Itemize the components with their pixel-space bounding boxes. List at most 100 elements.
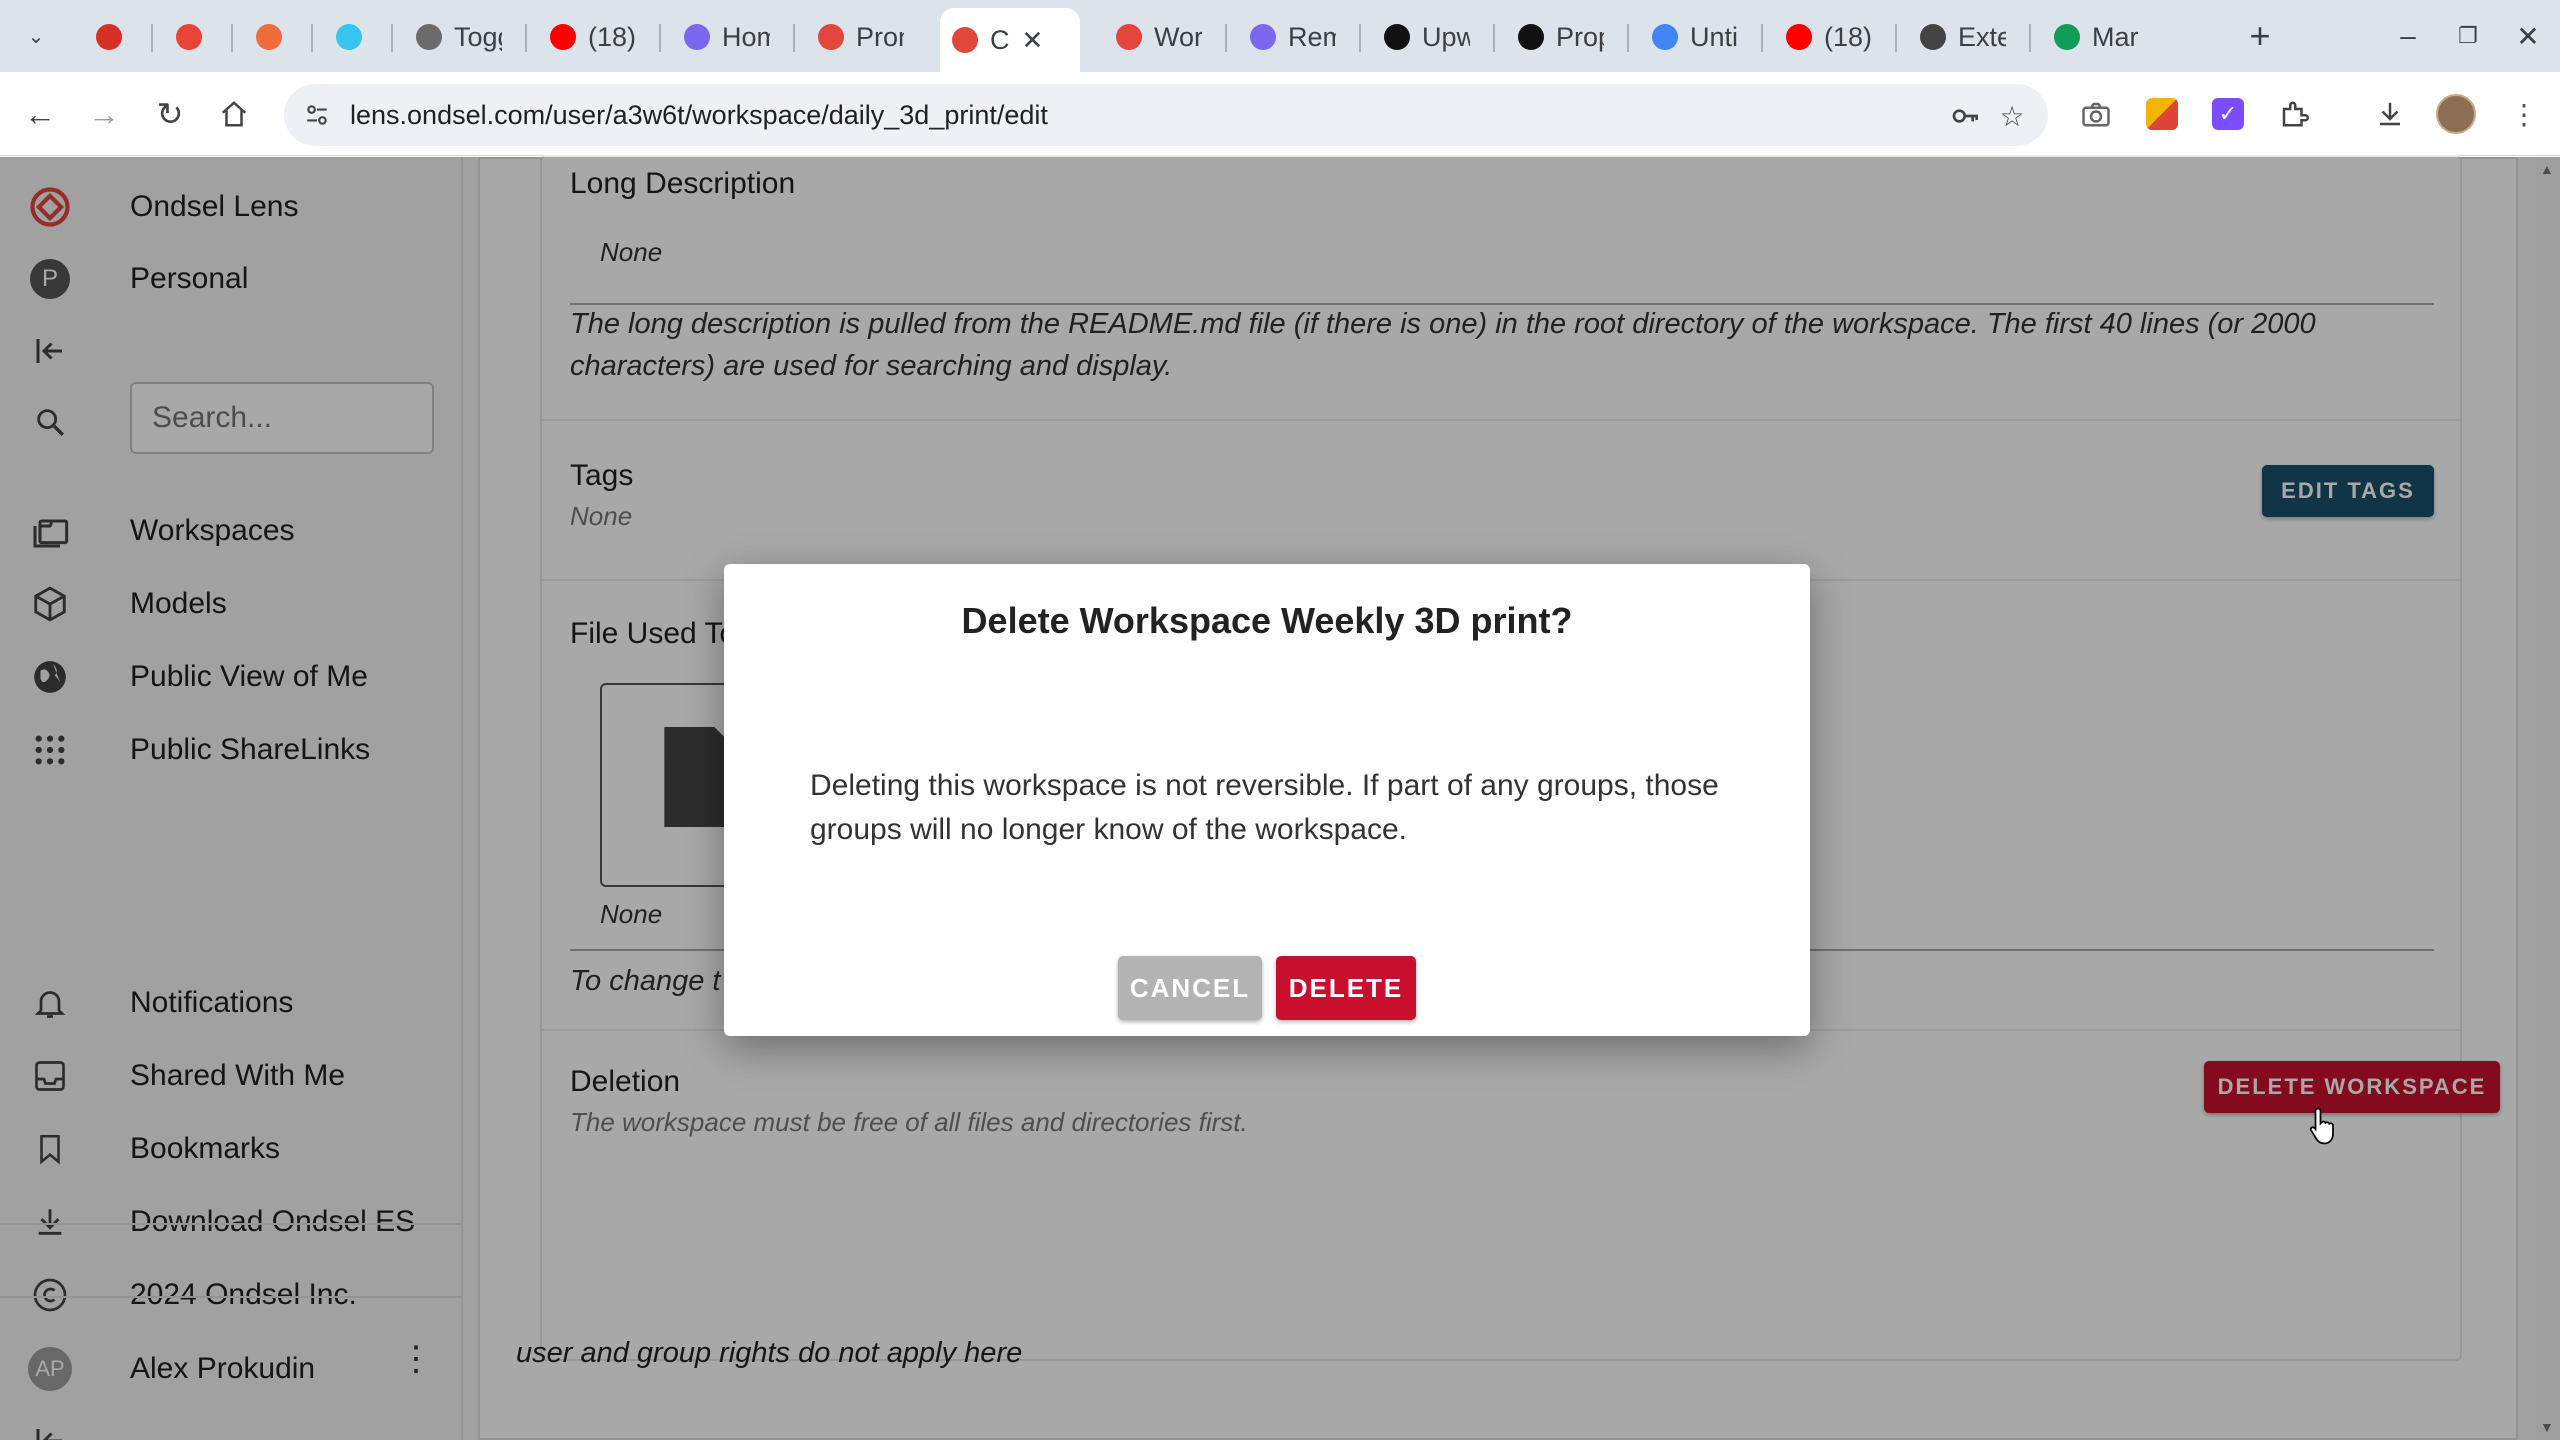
browser-tab[interactable]: Upw	[1372, 10, 1482, 64]
browser-tab[interactable]	[164, 10, 220, 64]
tab-title: Marl	[2092, 21, 2140, 52]
bookmark-star-icon[interactable]: ☆	[1992, 96, 2032, 136]
ondsel-icon	[952, 27, 978, 53]
home-icon	[221, 101, 247, 127]
chevron-down-icon: ⌄	[27, 25, 45, 48]
upwork-icon	[1518, 24, 1544, 50]
cancel-button[interactable]: CANCEL	[1118, 956, 1262, 1020]
tab-title: Rem	[1288, 21, 1336, 52]
minimize-icon: –	[2400, 20, 2416, 51]
tab-separator	[1225, 24, 1227, 52]
delete-confirm-dialog: Delete Workspace Weekly 3D print? Deleti…	[724, 564, 1810, 1036]
dialog-body: Deleting this workspace is not reversibl…	[810, 769, 1719, 846]
clickup-icon	[684, 24, 710, 50]
more-vert-icon: ⋮	[2510, 98, 2538, 130]
close-window-button[interactable]: ✕	[2498, 14, 2558, 58]
browser-tab[interactable]: Togg	[404, 10, 514, 64]
tab-separator	[659, 24, 661, 52]
tab-title: C	[990, 24, 1010, 55]
download-icon[interactable]	[2366, 90, 2414, 138]
restore-icon: ❐	[2458, 23, 2478, 48]
gmail-icon	[176, 24, 202, 50]
tab-title: Togg	[454, 21, 502, 52]
browser-tab[interactable]	[324, 10, 380, 64]
browser-toolbar: ← → ↻ lens.ondsel.com/user/a3w6t/workspa…	[0, 72, 2560, 156]
tab-separator	[391, 24, 393, 52]
tab-title: Unti	[1690, 21, 1738, 52]
forward-button[interactable]: →	[80, 90, 128, 138]
toggl-icon	[416, 24, 442, 50]
slack-icon	[336, 24, 362, 50]
browser-tab[interactable]: Prop	[1506, 10, 1616, 64]
browser-tab[interactable]: (18)	[1774, 10, 1884, 64]
tab-title: Upw	[1422, 21, 1470, 52]
browser-tab[interactable]: Unti	[1640, 10, 1750, 64]
youtube-icon	[1786, 24, 1812, 50]
site-info-icon[interactable]	[298, 96, 336, 134]
home-button[interactable]	[210, 90, 258, 138]
browser-tab[interactable]: Rem	[1238, 10, 1348, 64]
url-text[interactable]: lens.ondsel.com/user/a3w6t/workspace/dai…	[350, 100, 1048, 131]
reload-button[interactable]: ↻	[146, 90, 194, 138]
tab-separator	[2029, 24, 2031, 52]
tab-separator	[1761, 24, 1763, 52]
new-tab-button[interactable]: +	[2238, 14, 2282, 58]
back-button[interactable]: ←	[16, 90, 64, 138]
arrow-right-icon: →	[88, 95, 120, 132]
password-key-icon[interactable]	[1946, 96, 1986, 136]
record-icon	[96, 24, 122, 50]
browser-tab[interactable]: C ✕	[940, 8, 1080, 72]
tab-search-button[interactable]: ⌄	[14, 14, 58, 58]
extension-tasks-icon[interactable]: ✓	[2204, 90, 2252, 138]
browser-tab[interactable]: Pron	[806, 10, 916, 64]
dialog-title: Delete Workspace Weekly 3D print?	[961, 600, 1573, 641]
upwork-icon	[1384, 24, 1410, 50]
docs-icon	[1652, 24, 1678, 50]
tab-separator	[151, 24, 153, 52]
close-icon: ✕	[2516, 20, 2540, 52]
clickup-icon	[1250, 24, 1276, 50]
extensions-puzzle-icon[interactable]	[2270, 90, 2318, 138]
youtube-icon	[550, 24, 576, 50]
tab-title: (18)	[1824, 21, 1872, 52]
address-bar[interactable]: lens.ondsel.com/user/a3w6t/workspace/dai…	[284, 84, 2048, 146]
confirm-delete-button[interactable]: DELETE	[1276, 956, 1416, 1020]
arrow-left-icon: ←	[24, 95, 56, 132]
browser-tab[interactable]	[244, 10, 300, 64]
tab-separator	[231, 24, 233, 52]
chat-icon	[256, 24, 282, 50]
hand-cursor-icon	[2309, 1107, 2334, 1145]
tab-title: Exte	[1958, 21, 2006, 52]
tab-separator	[311, 24, 313, 52]
ondsel-icon	[1116, 24, 1142, 50]
tab-title: Prop	[1556, 21, 1604, 52]
restore-button[interactable]: ❐	[2438, 14, 2498, 58]
sheets-icon	[2054, 24, 2080, 50]
browser-tab-strip: ⌄ Togg(18)HomPronC✕WorRemUpwPropUnti(18)…	[0, 0, 2560, 72]
tab-separator	[1627, 24, 1629, 52]
plus-icon: +	[2249, 15, 2271, 56]
tab-separator	[1359, 24, 1361, 52]
browser-tab[interactable]	[84, 10, 140, 64]
browser-tab[interactable]: Hom	[672, 10, 782, 64]
profile-avatar[interactable]	[2432, 90, 2480, 138]
minimize-button[interactable]: –	[2378, 14, 2438, 58]
browser-tab[interactable]: Wor	[1104, 10, 1214, 64]
markdown-icon	[1920, 24, 1946, 50]
browser-menu-button[interactable]: ⋮	[2500, 90, 2548, 138]
camera-icon[interactable]	[2072, 90, 2120, 138]
tab-close-icon[interactable]: ✕	[1022, 25, 1044, 56]
browser-tab[interactable]: Marl	[2042, 10, 2152, 64]
tab-title: (18)	[588, 21, 636, 52]
reload-icon: ↻	[156, 96, 184, 132]
browser-tab[interactable]: Exte	[1908, 10, 2018, 64]
browser-tab[interactable]: (18)	[538, 10, 648, 64]
tab-separator	[1493, 24, 1495, 52]
tab-title: Hom	[722, 21, 770, 52]
tab-separator	[525, 24, 527, 52]
ondsel-icon	[818, 24, 844, 50]
tab-separator	[1895, 24, 1897, 52]
extension-calendar-icon[interactable]	[2138, 90, 2186, 138]
tab-separator	[793, 24, 795, 52]
tab-title: Pron	[856, 21, 904, 52]
